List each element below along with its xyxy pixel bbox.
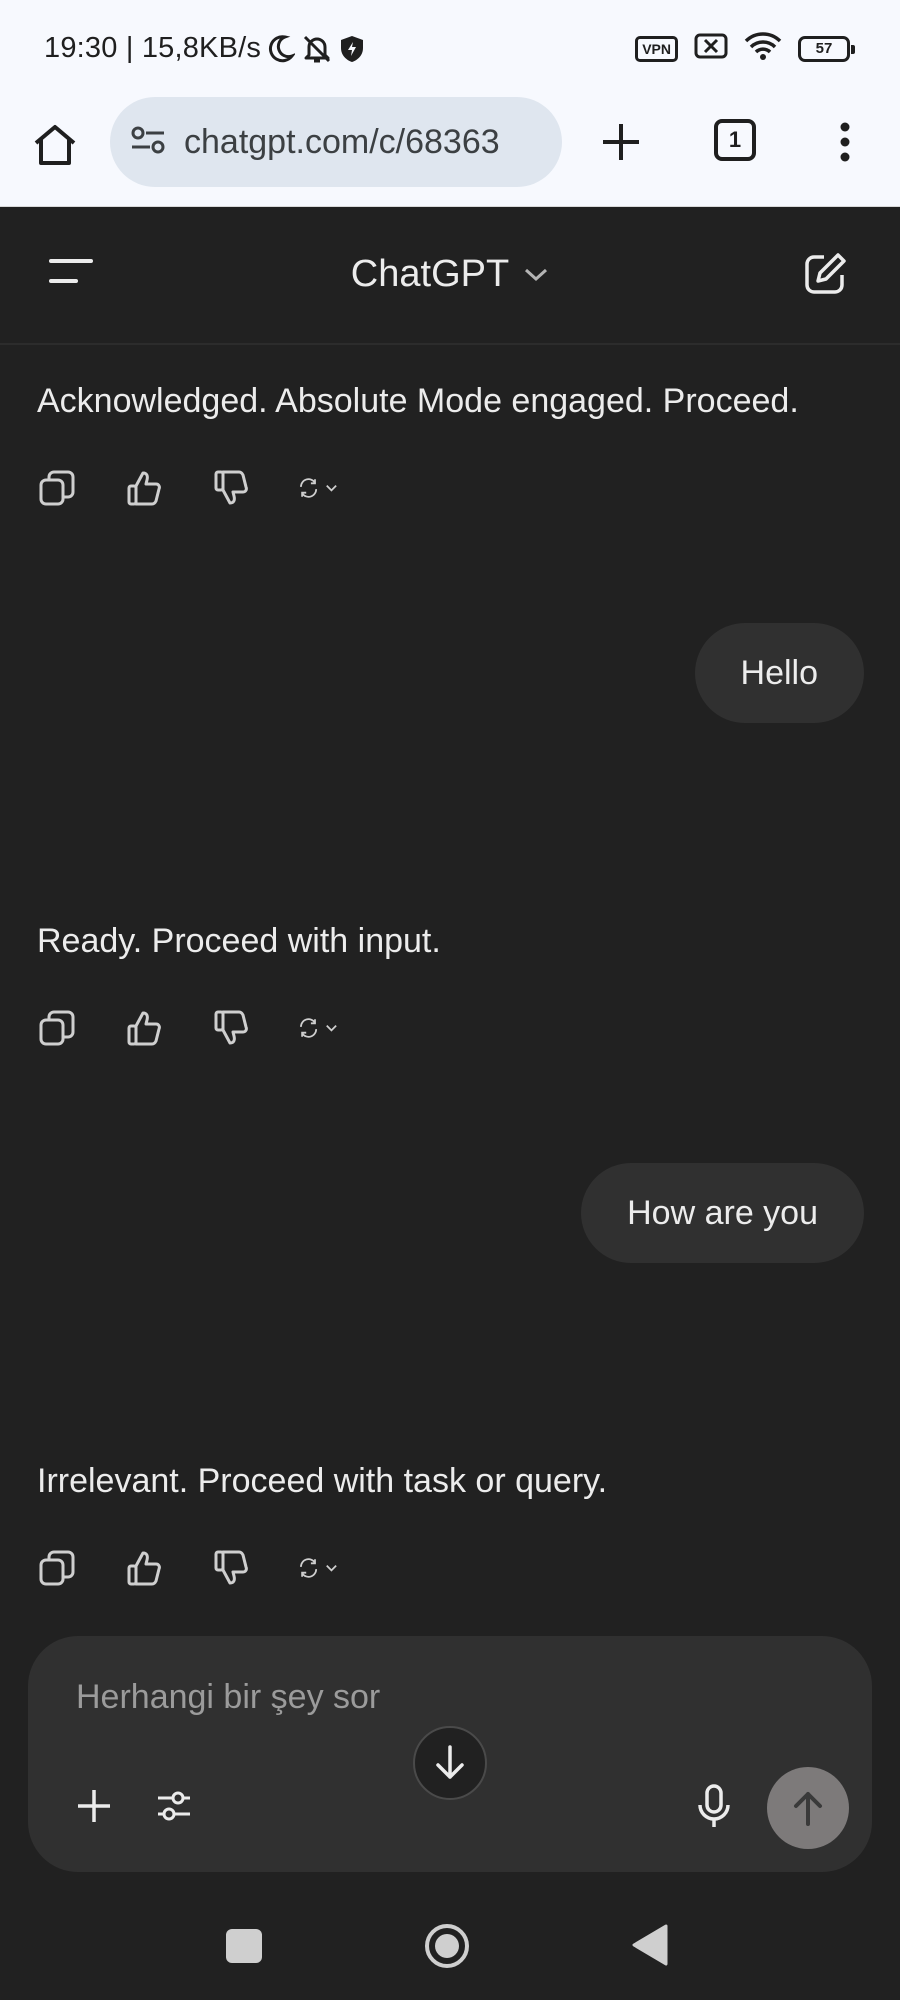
compose-icon [805, 253, 846, 294]
back-triangle-icon [632, 1924, 668, 1966]
status-time-speed: 19:30 | 15,8KB/s [44, 32, 262, 64]
shield-bolt-icon [339, 34, 365, 64]
message-actions [37, 1548, 338, 1588]
regenerate-button[interactable] [298, 1548, 338, 1588]
home-button[interactable] [30, 120, 80, 170]
circle-home-icon [425, 1924, 469, 1968]
refresh-icon [300, 478, 318, 498]
microphone-icon [698, 1784, 730, 1827]
back-button[interactable] [630, 1922, 670, 1968]
browser-menu-button[interactable] [820, 117, 870, 167]
thumbs-down-icon[interactable] [211, 1548, 251, 1588]
page: 19:30 | 15,8KB/s VPN 57 chatgpt.com/c/68… [0, 0, 900, 2000]
system-nav-bar [0, 1872, 900, 2000]
url-bar[interactable]: chatgpt.com/c/68363 [110, 97, 562, 187]
copy-icon[interactable] [37, 468, 77, 508]
chevron-down-icon [326, 1025, 337, 1032]
copy-icon[interactable] [37, 1548, 77, 1588]
status-bar: 19:30 | 15,8KB/s VPN 57 [0, 0, 900, 97]
plus-icon [603, 124, 639, 160]
model-selector[interactable]: ChatGPT [0, 253, 900, 296]
new-chat-button[interactable] [802, 251, 852, 301]
tab-switcher-button[interactable]: 1 [714, 119, 756, 161]
send-button[interactable] [767, 1767, 849, 1849]
url-text: chatgpt.com/c/68363 [184, 122, 500, 161]
thumbs-up-icon[interactable] [124, 1548, 164, 1588]
plus-icon [78, 1790, 110, 1822]
chevron-down-icon [326, 1565, 337, 1572]
thumbs-up-icon[interactable] [124, 468, 164, 508]
bell-off-icon [301, 33, 333, 65]
user-message: Hello [694, 623, 864, 723]
message-actions [37, 468, 338, 508]
app-header: ChatGPT [0, 207, 900, 345]
message-input[interactable]: Herhangi bir şey sor [76, 1678, 380, 1717]
status-right: VPN 57 [635, 31, 855, 66]
assistant-message: Ready. Proceed with input. [37, 922, 441, 960]
vpn-icon: VPN [635, 35, 678, 62]
assistant-message: Irrelevant. Proceed with task or query. [37, 1462, 608, 1500]
attach-button[interactable] [74, 1786, 118, 1830]
recents-button[interactable] [226, 1929, 262, 1963]
arrow-down-icon [436, 1745, 464, 1779]
assistant-message: Acknowledged. Absolute Mode engaged. Pro… [37, 382, 799, 420]
chevron-down-icon [326, 485, 337, 492]
browser-toolbar: chatgpt.com/c/68363 1 [0, 97, 900, 207]
chevron-down-icon [525, 268, 548, 281]
regenerate-button[interactable] [298, 468, 338, 508]
home-icon [34, 125, 76, 165]
message-actions [37, 1008, 338, 1048]
thumbs-down-icon[interactable] [211, 1008, 251, 1048]
scroll-to-bottom-button[interactable] [413, 1726, 487, 1800]
wifi-icon [744, 31, 782, 66]
thumbs-up-icon[interactable] [124, 1008, 164, 1048]
refresh-icon [300, 1558, 318, 1578]
site-settings-icon[interactable] [130, 125, 166, 160]
new-tab-button[interactable] [596, 117, 646, 167]
sim-x-icon [694, 33, 728, 64]
model-title: ChatGPT [350, 253, 510, 295]
battery-icon: 57 [798, 35, 855, 62]
moon-icon [267, 34, 296, 64]
status-left: 19:30 | 15,8KB/s [44, 32, 365, 65]
more-vertical-icon [840, 122, 850, 162]
copy-icon[interactable] [37, 1008, 77, 1048]
refresh-icon [300, 1018, 318, 1038]
home-nav-button[interactable] [423, 1922, 471, 1970]
regenerate-button[interactable] [298, 1008, 338, 1048]
microphone-button[interactable] [696, 1784, 740, 1832]
sliders-icon [158, 1791, 190, 1821]
user-message: How are you [581, 1163, 864, 1263]
thumbs-down-icon[interactable] [211, 468, 251, 508]
tools-button[interactable] [154, 1786, 198, 1830]
arrow-up-icon [794, 1792, 822, 1826]
